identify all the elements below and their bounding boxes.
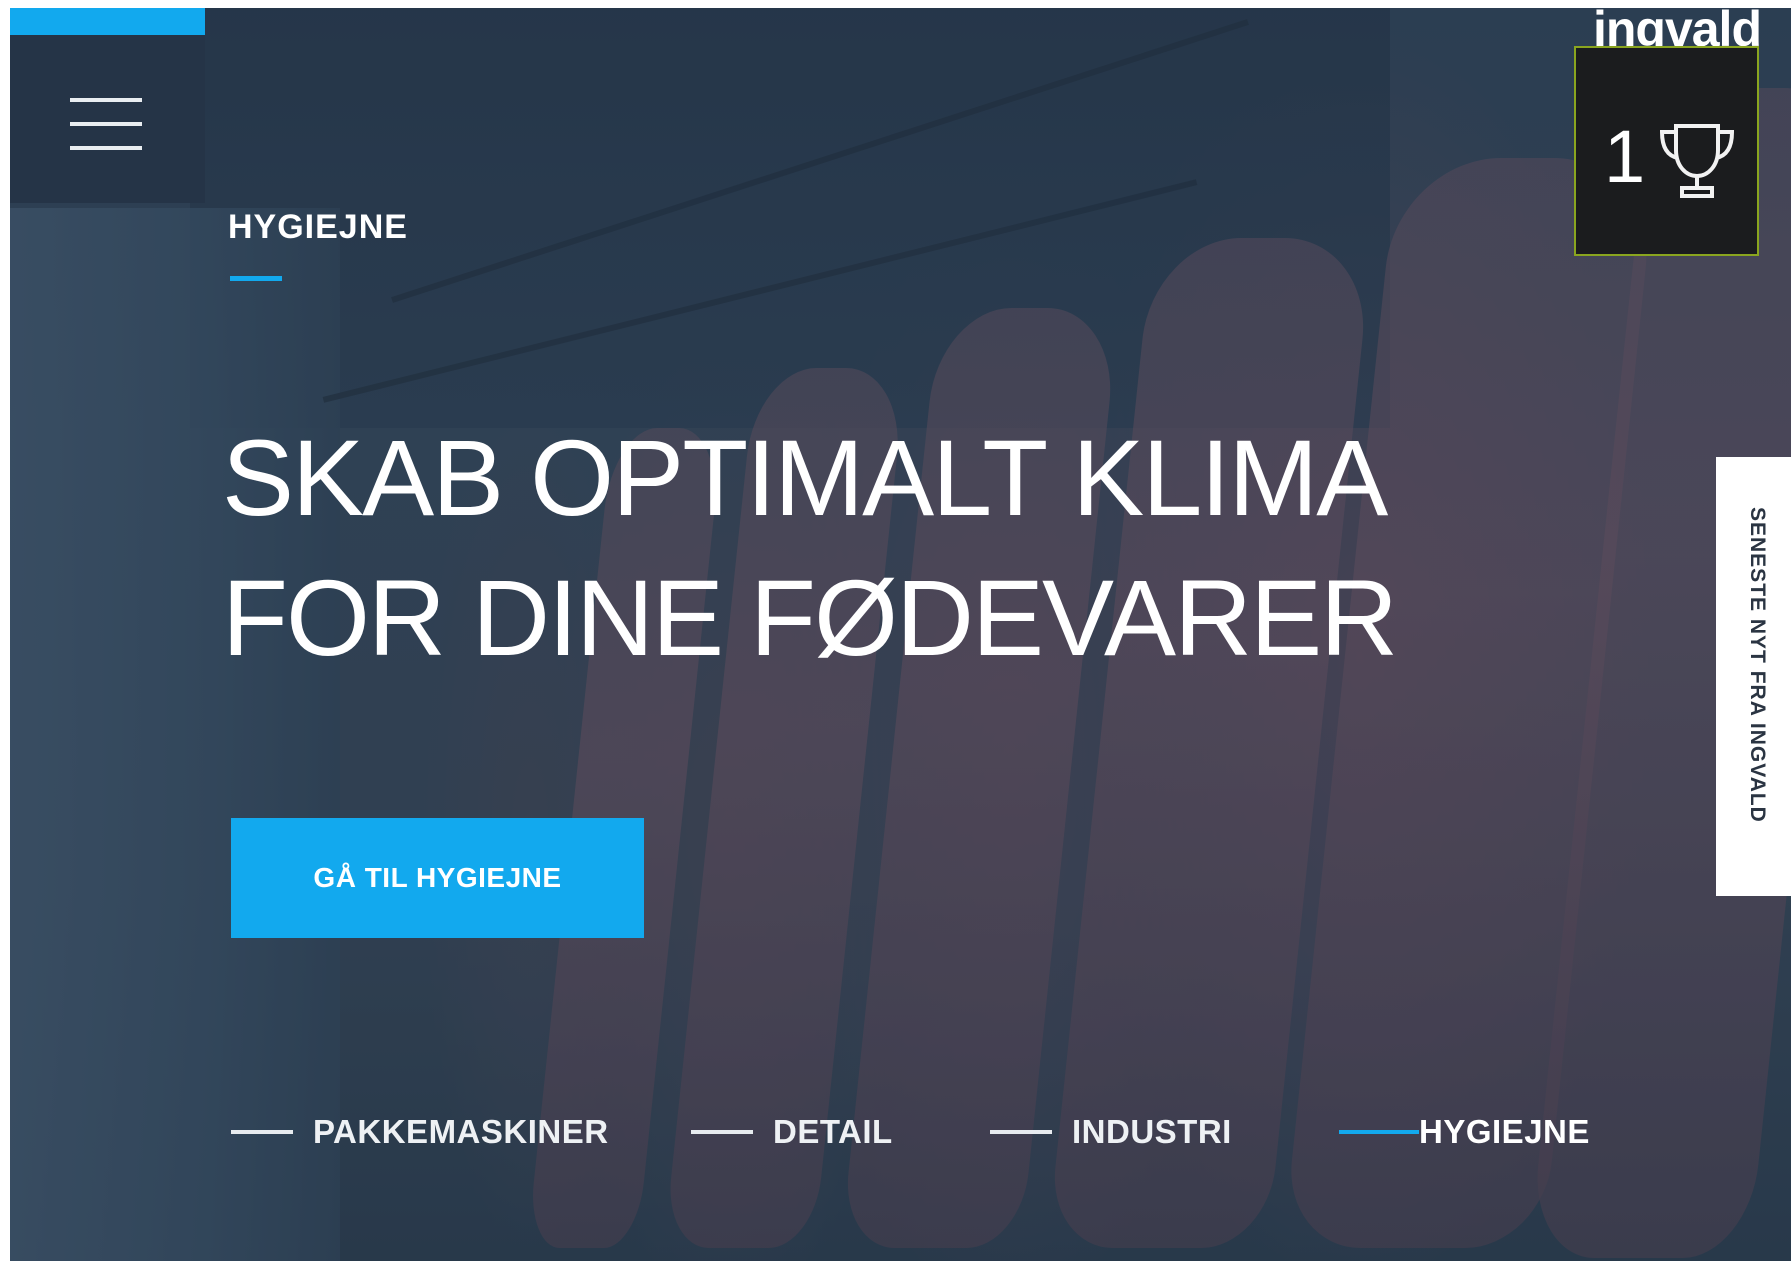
nav-dash-active bbox=[1339, 1130, 1419, 1134]
slider-nav-label: PAKKEMASKINER bbox=[313, 1113, 609, 1150]
award-badge[interactable]: 1 bbox=[1574, 46, 1759, 256]
slider-nav-item-industri[interactable]: INDUSTRI bbox=[990, 1112, 1232, 1152]
hamburger-menu-icon[interactable] bbox=[70, 98, 142, 156]
page-title: SKAB OPTIMALT KLIMA FOR DINE FØDEVARER bbox=[222, 408, 1398, 688]
nav-dash bbox=[691, 1130, 753, 1134]
slider-nav-item-detail[interactable]: DETAIL bbox=[691, 1112, 893, 1152]
slider-nav-label: HYGIEJNE bbox=[1419, 1113, 1590, 1150]
nav-dash bbox=[990, 1130, 1052, 1134]
go-to-hygiene-button[interactable]: GÅ TIL HYGIEJNE bbox=[231, 818, 644, 938]
hamburger-line bbox=[70, 98, 142, 102]
top-accent-bar bbox=[10, 8, 205, 35]
nav-dash bbox=[231, 1130, 293, 1134]
latest-news-label: SENESTE NYT FRA INGVALD bbox=[1746, 507, 1769, 823]
hamburger-line bbox=[70, 146, 142, 150]
latest-news-tab[interactable]: SENESTE NYT FRA INGVALD bbox=[1716, 457, 1791, 896]
slide-category: HYGIEJNE bbox=[228, 208, 408, 246]
trophy-icon bbox=[1659, 124, 1735, 198]
hero-slider: ingvald 1 HYGIEJNE SKAB OPTIMALT KLIMA F… bbox=[10, 8, 1791, 1261]
slider-nav-item-pakkemaskiner[interactable]: PAKKEMASKINER bbox=[231, 1112, 609, 1152]
slider-nav-label: DETAIL bbox=[773, 1113, 893, 1150]
headline-line-2: FOR DINE FØDEVARER bbox=[222, 557, 1398, 678]
award-rank: 1 bbox=[1604, 115, 1646, 198]
headline-line-1: SKAB OPTIMALT KLIMA bbox=[222, 417, 1388, 538]
hamburger-line bbox=[70, 122, 142, 126]
slider-nav-item-hygiejne[interactable]: HYGIEJNE bbox=[1339, 1112, 1590, 1152]
category-underline bbox=[230, 276, 282, 281]
slider-nav-label: INDUSTRI bbox=[1072, 1113, 1232, 1150]
